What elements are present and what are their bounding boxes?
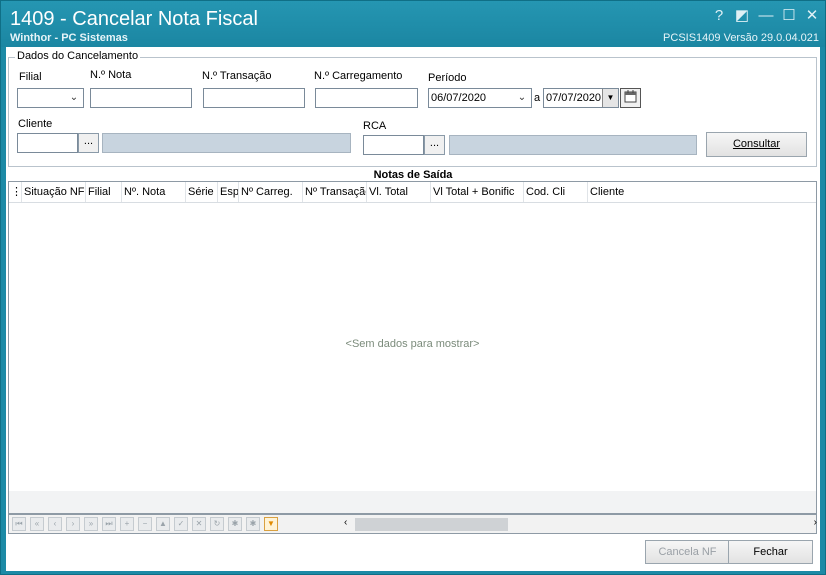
group-title: Dados do Cancelamento — [15, 50, 141, 62]
restore-icon[interactable]: ◩ — [733, 7, 751, 25]
app-window: 1409 - Cancelar Nota Fiscal Winthor - PC… — [0, 0, 826, 575]
version-label: PCSIS1409 Versão 29.0.04.021 — [663, 32, 819, 44]
consultar-label: Consultar — [732, 138, 781, 150]
refresh-icon[interactable]: ↻ — [210, 517, 224, 531]
date-separator: a — [534, 92, 541, 104]
cliente-name-field — [102, 133, 351, 153]
cancel-icon[interactable]: ✕ — [192, 517, 206, 531]
bookmark-icon[interactable]: ✱ — [228, 517, 242, 531]
help-icon[interactable]: ? — [710, 7, 728, 25]
empty-message: <Sem dados para mostrar> — [345, 338, 480, 350]
col-serie[interactable]: Série — [186, 182, 218, 202]
nota-label: N.º Nota — [90, 69, 132, 81]
goto-bookmark-icon[interactable]: ✱ — [246, 517, 260, 531]
col-carreg[interactable]: Nº Carreg. — [239, 182, 303, 202]
col-esp[interactable]: Esp — [218, 182, 239, 202]
cliente-label: Cliente — [18, 118, 53, 130]
fechar-button[interactable]: Fechar — [728, 540, 813, 564]
chevron-down-icon: ⌄ — [517, 92, 527, 103]
date-from-value: 06/07/2020 — [431, 92, 487, 104]
next-page-icon[interactable]: » — [84, 517, 98, 531]
transacao-label: N.º Transação — [202, 70, 272, 82]
date-to-value: 07/07/2020 — [546, 92, 602, 104]
grid-navigator: ⏮ « ‹ › » ⏭ + − ▲ ✓ ✕ ↻ ✱ ✱ ▼ ‹ › — [8, 514, 817, 534]
cancela-nf-button[interactable]: Cancela NF — [645, 540, 730, 564]
post-icon[interactable]: ✓ — [174, 517, 188, 531]
col-nota[interactable]: Nº. Nota — [122, 182, 186, 202]
notas-grid[interactable]: ⋮ Situação NFe Filial Nº. Nota Série Esp… — [8, 181, 817, 518]
title-bar: 1409 - Cancelar Nota Fiscal Winthor - PC… — [1, 1, 825, 47]
column-chooser-icon[interactable]: ⋮ — [9, 182, 22, 202]
date-to-input[interactable]: 07/07/2020 ▼ — [543, 88, 619, 108]
horizontal-scrollbar[interactable]: ‹ › — [343, 517, 819, 531]
filial-select[interactable]: ⌄ — [17, 88, 84, 108]
nota-input[interactable] — [90, 88, 192, 108]
delete-icon[interactable]: − — [138, 517, 152, 531]
grid-title: Notas de Saída — [373, 169, 453, 181]
scroll-left-icon[interactable]: ‹ — [344, 517, 347, 528]
previous-record-icon[interactable]: ‹ — [48, 517, 62, 531]
next-record-icon[interactable]: › — [66, 517, 80, 531]
col-situacao[interactable]: Situação NFe — [22, 182, 86, 202]
grid-footer — [8, 491, 817, 514]
cliente-code-input[interactable] — [17, 133, 78, 153]
col-filial[interactable]: Filial — [86, 182, 122, 202]
date-from-input[interactable]: 06/07/2020 ⌄ — [428, 88, 532, 108]
carregamento-input[interactable] — [315, 88, 418, 108]
close-icon[interactable]: ✕ — [803, 7, 821, 25]
main-content: Dados do Cancelamento Filial ⌄ N.º Nota … — [6, 47, 820, 571]
rca-search-button[interactable]: ... — [424, 135, 445, 155]
previous-page-icon[interactable]: « — [30, 517, 44, 531]
scroll-right-icon[interactable]: › — [814, 517, 817, 528]
periodo-label: Período — [428, 72, 467, 84]
col-cod-cli[interactable]: Cod. Cli — [524, 182, 588, 202]
first-record-icon[interactable]: ⏮ — [12, 517, 26, 531]
grid-header: ⋮ Situação NFe Filial Nº. Nota Série Esp… — [9, 182, 816, 203]
chevron-down-icon: ⌄ — [69, 92, 79, 103]
insert-icon[interactable]: + — [120, 517, 134, 531]
minimize-icon[interactable]: — — [757, 7, 775, 25]
edit-icon[interactable]: ▲ — [156, 517, 170, 531]
rca-label: RCA — [363, 120, 387, 132]
maximize-icon[interactable]: ☐ — [780, 7, 798, 25]
calendar-icon[interactable] — [620, 88, 641, 108]
dropdown-arrow-icon[interactable]: ▼ — [602, 89, 618, 107]
cliente-search-button[interactable]: ... — [78, 133, 99, 153]
col-cliente[interactable]: Cliente — [588, 182, 816, 202]
window-title: 1409 - Cancelar Nota Fiscal — [10, 8, 258, 30]
rca-name-field — [449, 135, 697, 155]
col-vl-total[interactable]: Vl. Total — [367, 182, 431, 202]
col-transacao[interactable]: Nº Transação — [303, 182, 367, 202]
fechar-label: Fechar — [753, 546, 788, 558]
cancela-nf-label: Cancela NF — [658, 546, 717, 558]
rca-code-input[interactable] — [363, 135, 424, 155]
filter-icon[interactable]: ▼ — [264, 517, 278, 531]
filial-label: Filial — [19, 71, 42, 83]
company-subtitle: Winthor - PC Sistemas — [10, 32, 128, 44]
col-vl-total-bonific[interactable]: Vl Total + Bonific — [431, 182, 524, 202]
scroll-thumb[interactable] — [355, 518, 508, 531]
consultar-button[interactable]: Consultar — [706, 132, 807, 157]
last-record-icon[interactable]: ⏭ — [102, 517, 116, 531]
transacao-input[interactable] — [203, 88, 305, 108]
carregamento-label: N.º Carregamento — [314, 70, 403, 82]
